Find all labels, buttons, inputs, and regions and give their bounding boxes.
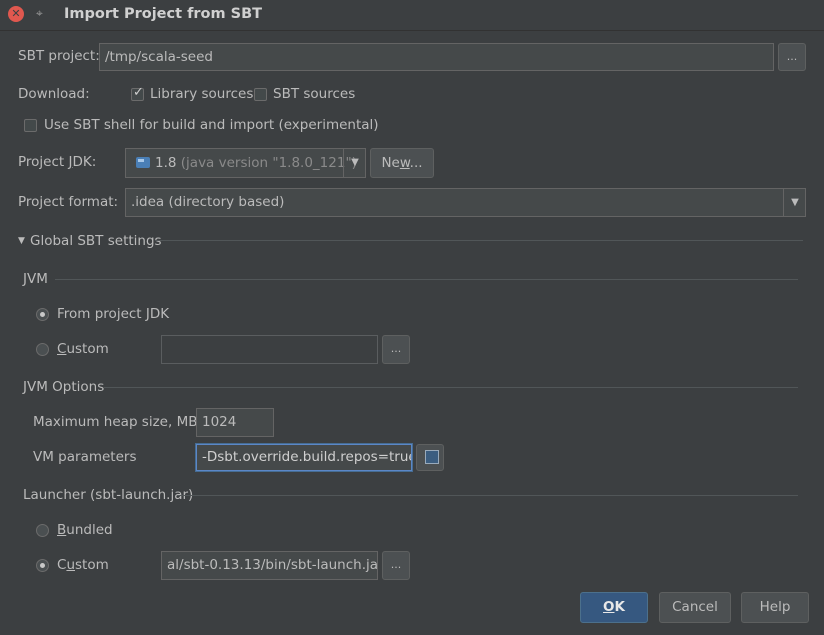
window-title: Import Project from SBT (64, 6, 263, 22)
launcher-custom-radio[interactable] (36, 559, 49, 572)
download-label: Download: (18, 86, 90, 102)
jvm-options-heading: JVM Options (23, 379, 105, 395)
close-icon[interactable]: ✕ (8, 6, 24, 22)
launcher-heading: Launcher (sbt-launch.jar) (23, 487, 194, 503)
jvm-custom-label[interactable]: Custom (57, 341, 109, 357)
sbt-project-browse-button[interactable]: ... (778, 43, 806, 71)
project-format-select[interactable]: .idea (directory based) (125, 188, 806, 217)
new-jdk-button[interactable]: New... (370, 148, 434, 178)
sbt-sources-label[interactable]: SBT sources (273, 86, 355, 102)
checkmark-icon: ✓ (133, 85, 144, 100)
sbt-sources-checkbox[interactable] (254, 88, 267, 101)
chevron-down-icon[interactable]: ▼ (343, 149, 366, 177)
jdk-folder-icon (136, 157, 150, 168)
jvm-heading: JVM (23, 271, 48, 287)
help-button[interactable]: Help (741, 592, 809, 623)
jvm-from-project-label[interactable]: From project JDK (57, 306, 169, 322)
chevron-down-icon[interactable]: ▼ (783, 189, 806, 216)
expand-text-icon (425, 450, 439, 464)
launcher-custom-browse-button[interactable]: ... (382, 551, 410, 580)
vm-parameters-input[interactable]: -Dsbt.override.build.repos=true (196, 444, 412, 471)
vm-parameters-label: VM parameters (33, 449, 137, 465)
project-jdk-select[interactable]: 1.8 (java version "1.8.0_121") (125, 148, 366, 178)
expand-triangle-icon[interactable]: ▼ (18, 236, 25, 246)
expand-field-button[interactable] (416, 444, 444, 471)
separator (155, 240, 803, 241)
separator (177, 495, 798, 496)
launcher-bundled-label[interactable]: Bundled (57, 522, 113, 538)
global-sbt-settings-toggle[interactable]: Global SBT settings (30, 233, 162, 249)
launcher-bundled-radio[interactable] (36, 524, 49, 537)
max-heap-label: Maximum heap size, MB (33, 414, 198, 430)
jvm-from-project-radio[interactable] (36, 308, 49, 321)
sbt-project-input[interactable]: /tmp/scala-seed (99, 43, 774, 71)
ok-button[interactable]: OK (580, 592, 648, 623)
jvm-custom-browse-button[interactable]: ... (382, 335, 410, 364)
separator (104, 387, 798, 388)
launcher-custom-path-input[interactable]: al/sbt-0.13.13/bin/sbt-launch.jar (161, 551, 378, 580)
jvm-custom-radio[interactable] (36, 343, 49, 356)
pin-icon[interactable]: ⌖ (36, 6, 43, 21)
project-jdk-label: Project JDK: (18, 154, 97, 170)
launcher-custom-label[interactable]: Custom (57, 557, 109, 573)
sbt-project-label: SBT project: (18, 48, 100, 64)
cancel-button[interactable]: Cancel (659, 592, 731, 623)
sbt-shell-label[interactable]: Use SBT shell for build and import (expe… (44, 117, 379, 133)
separator (55, 279, 798, 280)
project-format-label: Project format: (18, 194, 119, 210)
max-heap-input[interactable]: 1024 (196, 408, 274, 437)
sbt-shell-checkbox[interactable] (24, 119, 37, 132)
library-sources-checkbox[interactable]: ✓ (131, 85, 144, 101)
library-sources-label[interactable]: Library sources (150, 86, 253, 102)
jvm-custom-path-input[interactable] (161, 335, 378, 364)
